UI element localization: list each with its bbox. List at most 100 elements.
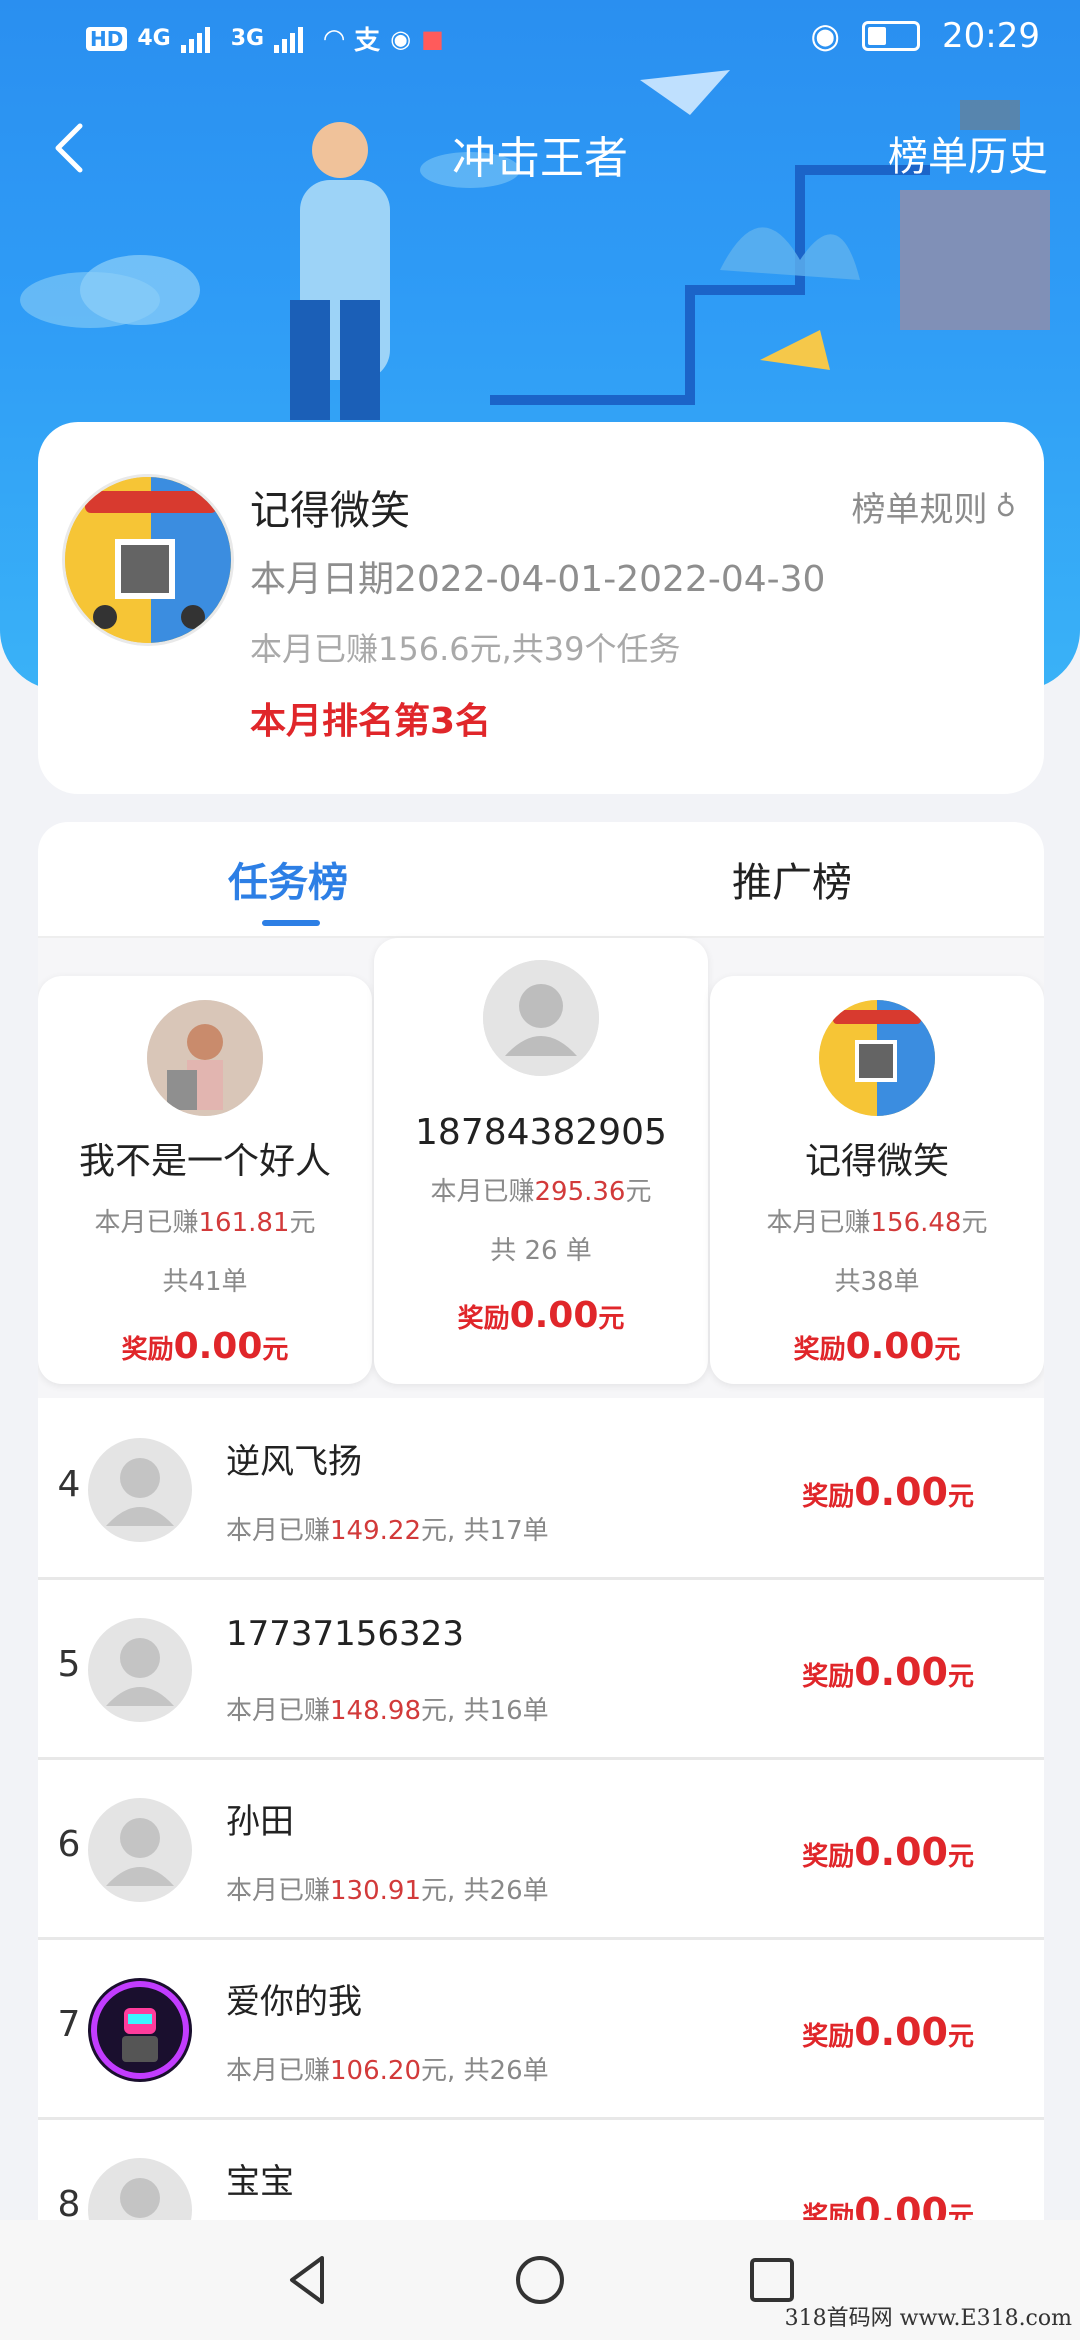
podium-reward: 奖励0.00元 (38, 1326, 372, 1367)
top-three-podium: 我不是一个好人 本月已赚161.81元 共41单 奖励0.00元 1878438… (38, 938, 1044, 1398)
row-earned: 本月已赚106.20元, 共26单 (226, 2050, 549, 2087)
poster-avatar-icon (819, 1000, 935, 1116)
earned-prefix: 本月已赚 (226, 1516, 331, 1546)
reward-value: 0.00 (845, 1326, 935, 1367)
book-icon: ■ (421, 24, 444, 53)
my-avatar[interactable] (62, 474, 234, 646)
reward-value: 0.00 (854, 1830, 948, 1874)
earned-amount: 156.48 (870, 1208, 962, 1238)
podium-orders: 共41单 (162, 1267, 248, 1297)
earned-unit: 元 (289, 1208, 316, 1238)
podium-orders: 共 26 单 (490, 1236, 592, 1266)
earned-amount: 148.98 (330, 1696, 421, 1726)
earned-amount: 161.81 (198, 1208, 290, 1238)
earned-suffix: 元, 共26单 (421, 1876, 549, 1906)
my-profile-card: 记得微笑 榜单规则 ♁ 本月日期2022-04-01-2022-04-30 本月… (38, 422, 1044, 794)
rank-number: 5 (57, 1644, 81, 1685)
row-reward: 奖励0.00元 (802, 1830, 974, 1874)
rank-row[interactable]: 7 爱你的我 本月已赚106.20元, 共26单 奖励0.00元 (38, 1940, 1044, 2120)
reward-value: 0.00 (854, 1650, 948, 1694)
signal-icon-2 (274, 25, 314, 53)
alipay-icon: 支 (354, 26, 381, 56)
row-earned: 本月已赚148.98元, 共16单 (226, 1690, 549, 1727)
rank-row[interactable]: 4 逆风飞扬 本月已赚149.22元, 共17单 奖励0.00元 (38, 1400, 1044, 1580)
system-nav-bar: 318首码网 www.E318.com (0, 2220, 1080, 2340)
reward-value: 0.00 (854, 2010, 948, 2054)
tab-active-indicator (262, 920, 320, 926)
reward-value: 0.00 (173, 1326, 263, 1367)
reward-value: 0.00 (509, 1295, 599, 1336)
watermark-text: 318首码网 www.E318.com (784, 2306, 1072, 2331)
robot-avatar-icon (88, 1978, 192, 2082)
reward-unit: 元 (598, 1304, 625, 1334)
back-triangle-icon[interactable] (276, 2248, 340, 2312)
earned-unit: 元 (961, 1208, 988, 1238)
reward-unit: 元 (262, 1335, 289, 1365)
earned-amount: 295.36 (534, 1177, 626, 1207)
status-left: HD 4G 3G ◠ 支 ◉ ■ (86, 20, 444, 57)
status-bar: HD 4G 3G ◠ 支 ◉ ■ ◉ 20:29 (0, 0, 1080, 80)
earned-amount: 130.91 (330, 1876, 421, 1906)
month-rank: 本月排名第3名 (250, 701, 492, 742)
row-reward: 奖励0.00元 (802, 1470, 974, 1514)
row-earned: 本月已赚149.22元, 共17单 (226, 1510, 549, 1547)
earned-amount: 106.20 (330, 2056, 421, 2086)
row-name: 孙田 (226, 1802, 294, 1842)
row-earned: 本月已赚130.91元, 共26单 (226, 1870, 549, 1907)
earned-prefix: 本月已赚 (430, 1177, 535, 1207)
reward-prefix: 奖励 (802, 2022, 855, 2052)
tab-task-board[interactable]: 任务榜 (228, 850, 348, 908)
reward-prefix: 奖励 (121, 1335, 174, 1365)
earned-prefix: 本月已赚 (94, 1208, 199, 1238)
podium-name: 记得微笑 (804, 1141, 949, 1182)
earned-prefix: 本月已赚 (226, 2056, 331, 2086)
podium-name: 18784382905 (415, 1112, 667, 1153)
rank-number: 6 (57, 1824, 81, 1865)
earned-prefix: 本月已赚 (226, 1876, 331, 1906)
reward-prefix: 奖励 (457, 1304, 510, 1334)
podium-card-2[interactable]: 我不是一个好人 本月已赚161.81元 共41单 奖励0.00元 (38, 976, 372, 1384)
earned-prefix: 本月已赚 (226, 1696, 331, 1726)
status-right: ◉ 20:29 (810, 16, 1040, 56)
photo-avatar-icon (147, 1000, 263, 1116)
earned-suffix: 元, 共17单 (421, 1516, 549, 1546)
rank-number: 4 (57, 1464, 81, 1505)
reward-prefix: 奖励 (793, 1335, 846, 1365)
nav-bar: 冲击王者 榜单历史 (0, 110, 1080, 190)
row-name: 宝宝 (226, 2162, 294, 2202)
avatar-poster-image (65, 477, 231, 643)
tab-promo-board[interactable]: 推广榜 (732, 850, 852, 908)
earned-suffix: 元, 共26单 (421, 2056, 549, 2086)
earned-unit: 元 (625, 1177, 652, 1207)
podium-earned: 本月已赚156.48元 (710, 1202, 1044, 1239)
network-4g-label: 4G (137, 26, 171, 51)
earned-amount: 149.22 (330, 1516, 421, 1546)
earned-suffix: 元, 共16单 (421, 1696, 549, 1726)
history-button[interactable]: 榜单历史 (888, 124, 1048, 182)
podium-avatar (483, 960, 599, 1076)
podium-card-3[interactable]: 记得微笑 本月已赚156.48元 共38单 奖励0.00元 (710, 976, 1044, 1384)
reward-prefix: 奖励 (802, 1842, 855, 1872)
reward-unit: 元 (947, 1662, 974, 1692)
row-reward: 奖励0.00元 (802, 1650, 974, 1694)
home-circle-icon[interactable] (508, 2248, 572, 2312)
month-date-range: 本月日期2022-04-01-2022-04-30 (250, 559, 826, 600)
podium-avatar (819, 1000, 935, 1116)
reward-value: 0.00 (854, 1470, 948, 1514)
rules-button[interactable]: 榜单规则 ♁ (851, 482, 1016, 531)
rank-row[interactable]: 5 17737156323 本月已赚148.98元, 共16单 奖励0.00元 (38, 1580, 1044, 1760)
default-avatar-icon (88, 1618, 192, 1722)
leaderboard-panel: 任务榜 推广榜 我不是一个好人 本月已赚161.81元 共41单 奖励0.00元 (38, 822, 1044, 2242)
hd-badge: HD (86, 26, 128, 51)
podium-card-1[interactable]: 18784382905 本月已赚295.36元 共 26 单 奖励0.00元 (374, 938, 708, 1384)
rank-row[interactable]: 6 孙田 本月已赚130.91元, 共26单 奖励0.00元 (38, 1760, 1044, 1940)
row-name: 爱你的我 (226, 1982, 362, 2022)
podium-earned: 本月已赚295.36元 (374, 1171, 708, 1208)
bulb-icon: ◉ (390, 24, 412, 53)
reward-prefix: 奖励 (802, 1662, 855, 1692)
eye-icon: ◉ (810, 16, 841, 56)
reward-unit: 元 (947, 2022, 974, 2052)
row-name: 17737156323 (226, 1614, 464, 1654)
podium-earned: 本月已赚161.81元 (38, 1202, 372, 1239)
podium-reward: 奖励0.00元 (710, 1326, 1044, 1367)
